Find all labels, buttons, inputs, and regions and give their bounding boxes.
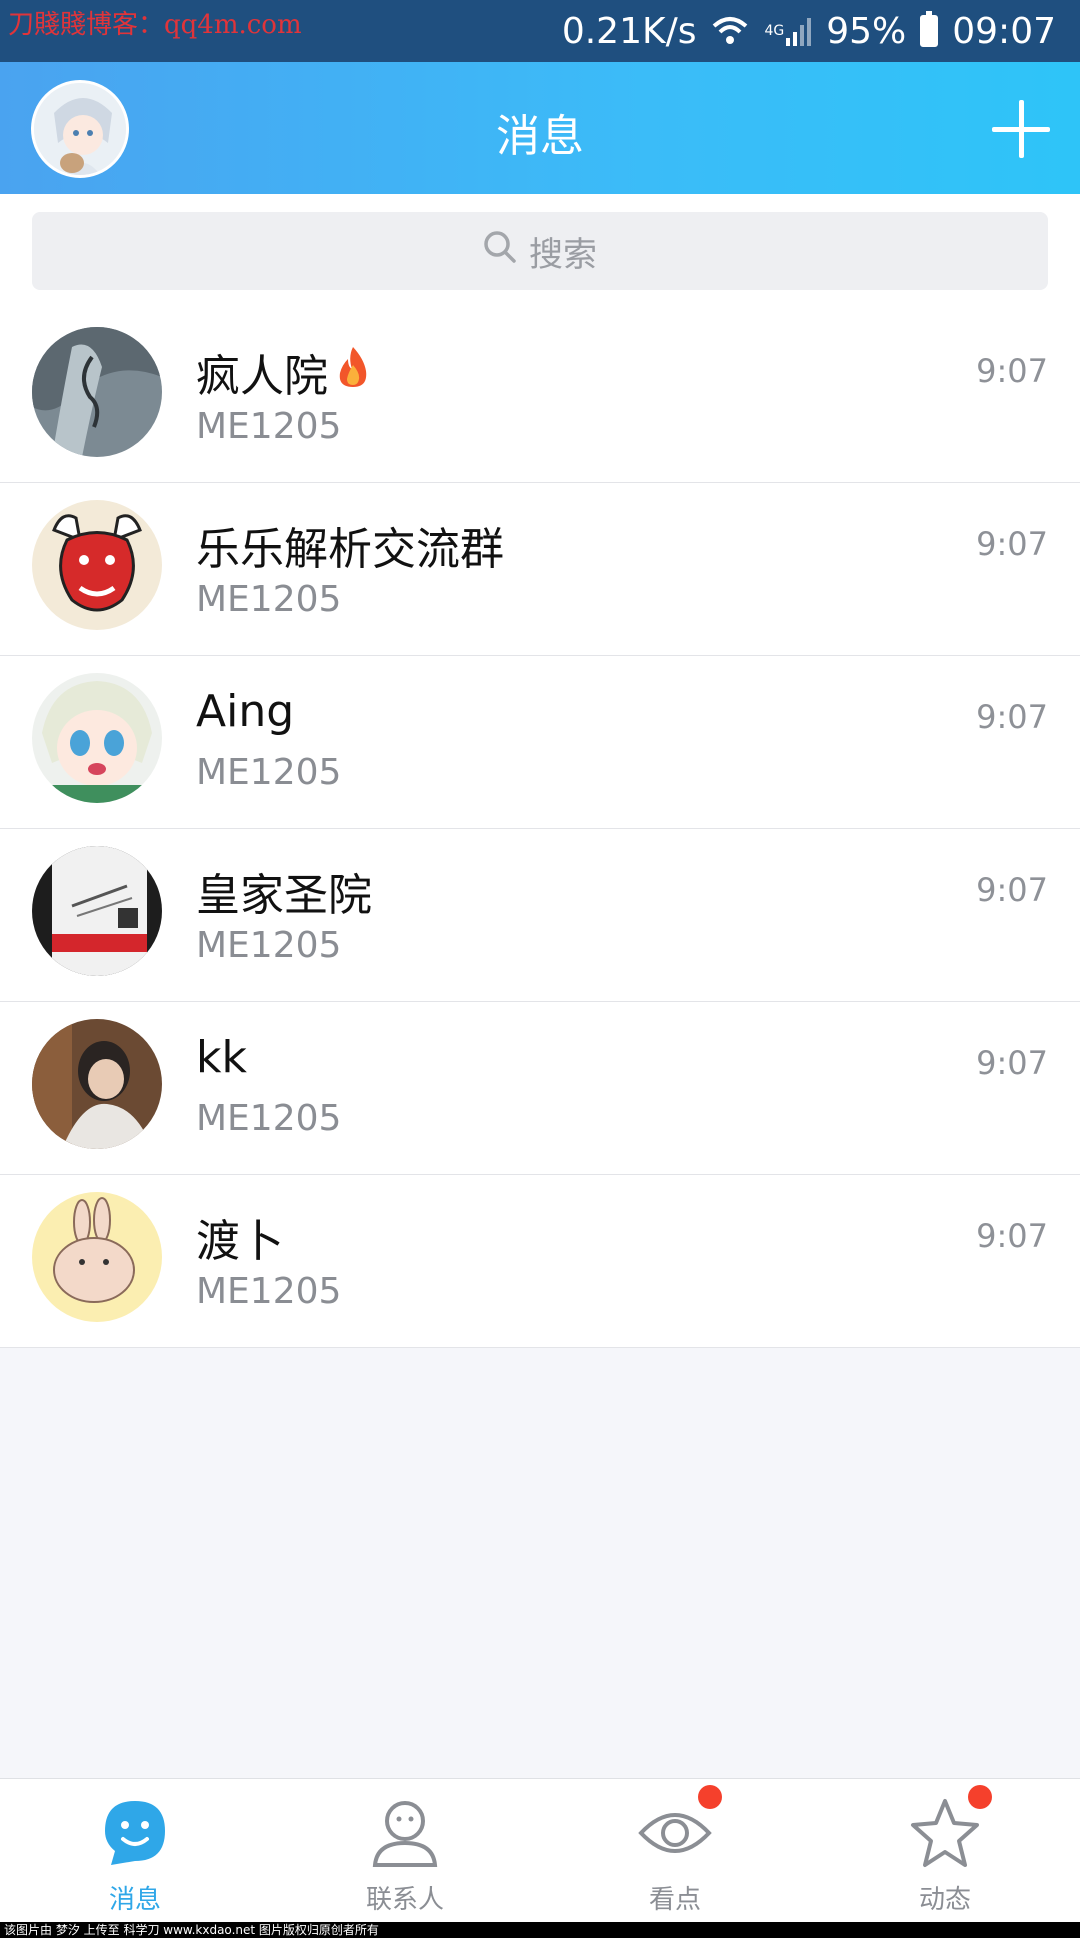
chat-preview: ME1205: [196, 406, 342, 447]
chat-time: 9:07: [976, 525, 1048, 563]
chat-item[interactable]: 疯人院 ME1205 9:07: [0, 310, 1080, 483]
chat-avatar: [32, 1192, 162, 1322]
chat-item[interactable]: 渡卜 ME1205 9:07: [0, 1175, 1080, 1348]
chat-item[interactable]: kk ME1205 9:07: [0, 1002, 1080, 1175]
tab-discover[interactable]: 看点: [540, 1779, 810, 1922]
contacts-icon: [367, 1795, 443, 1871]
notification-dot: [698, 1785, 722, 1809]
tab-moments[interactable]: 动态: [810, 1779, 1080, 1922]
nav-label: 联系人: [365, 1885, 444, 1915]
notification-dot: [968, 1785, 992, 1809]
page-title: 消息: [496, 111, 584, 162]
footer-strip: 该图片由 梦汐 上传至 科学刀 www.kxdao.net 图片版权归原创者所有: [0, 1922, 1080, 1938]
chat-preview: ME1205: [196, 579, 342, 620]
chat-name: Aing: [196, 686, 295, 737]
chat-avatar: [32, 327, 162, 457]
nav-label: 看点: [648, 1885, 701, 1915]
network-speed: 0.21K/s: [561, 10, 697, 52]
chat-preview: ME1205: [196, 1098, 342, 1139]
wifi-icon: [710, 14, 750, 48]
search-input[interactable]: 搜索: [32, 212, 1048, 290]
chat-item[interactable]: Aing ME1205 9:07: [0, 656, 1080, 829]
chat-item[interactable]: 皇家圣院 ME1205 9:07: [0, 829, 1080, 1002]
nav-label: 消息: [108, 1885, 161, 1915]
battery-icon: [920, 11, 939, 47]
search-icon: [483, 230, 517, 273]
chat-list: 疯人院 ME1205 9:07 乐乐解析交流群 ME1205 9:07 Aing…: [0, 310, 1080, 1348]
search-area: 搜索: [0, 194, 1080, 310]
signal-icon: 4G: [764, 16, 812, 46]
search-placeholder: 搜索: [529, 234, 597, 275]
bottom-nav: 消息 联系人 看点 动态: [0, 1778, 1080, 1922]
status-bar: 刀賤賤博客：qq4m.com 0.21K/s 4G 95% 09:07: [0, 0, 1080, 62]
chat-avatar: [32, 673, 162, 803]
chat-item[interactable]: 乐乐解析交流群 ME1205 9:07: [0, 483, 1080, 656]
status-indicators: 0.21K/s 4G 95% 09:07: [562, 0, 1056, 62]
network-type: 4G: [764, 23, 785, 39]
chat-avatar: [32, 1019, 162, 1149]
chat-name: kk: [196, 1032, 247, 1083]
chat-name-text: 疯人院: [196, 351, 328, 402]
chat-preview: ME1205: [196, 925, 342, 966]
watermark: 刀賤賤博客：qq4m.com: [8, 10, 302, 40]
chat-time: 9:07: [976, 352, 1048, 390]
chat-name: 疯人院: [196, 340, 372, 404]
chat-name: 乐乐解析交流群: [196, 524, 504, 575]
chat-name: 渡卜: [196, 1216, 284, 1267]
tab-contacts[interactable]: 联系人: [270, 1779, 540, 1922]
chat-time: 9:07: [976, 871, 1048, 909]
chat-preview: ME1205: [196, 1271, 342, 1312]
chat-time: 9:07: [976, 1217, 1048, 1255]
message-icon: [97, 1795, 173, 1871]
nav-label: 动态: [918, 1885, 971, 1915]
battery-level: 95%: [826, 10, 907, 52]
header: 消息: [0, 62, 1080, 194]
chat-avatar: [32, 846, 162, 976]
add-button[interactable]: [992, 100, 1050, 158]
chat-avatar: [32, 500, 162, 630]
screen: 刀賤賤博客：qq4m.com 0.21K/s 4G 95% 09:07 消息 搜…: [0, 0, 1080, 1938]
chat-preview: ME1205: [196, 752, 342, 793]
tab-messages[interactable]: 消息: [0, 1779, 270, 1922]
chat-name: 皇家圣院: [196, 870, 372, 921]
clock: 09:07: [952, 10, 1056, 52]
fire-icon: [334, 345, 372, 400]
chat-time: 9:07: [976, 698, 1048, 736]
chat-time: 9:07: [976, 1044, 1048, 1082]
